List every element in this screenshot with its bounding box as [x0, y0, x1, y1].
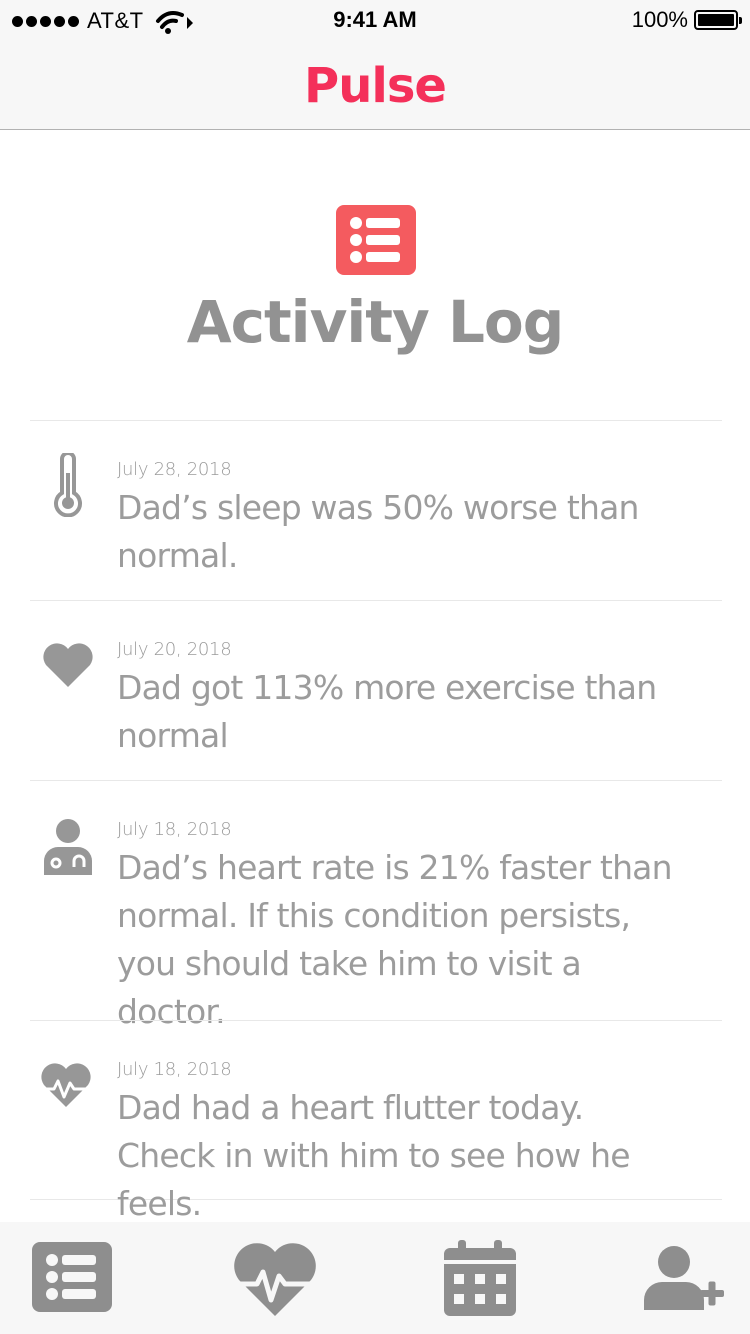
feed-content: July 20, 2018 Dad got 113% more exercise…: [117, 639, 682, 760]
feed-content: July 18, 2018 Dad’s heart rate is 21% fa…: [117, 819, 682, 1036]
feed-date: July 20, 2018: [117, 639, 232, 660]
feed-content: July 18, 2018 Dad had a heart flutter to…: [117, 1059, 682, 1228]
list-icon: [336, 205, 416, 275]
battery-percentage: 100%: [631, 7, 688, 32]
feed-date: July 28, 2018: [117, 459, 232, 480]
page-title: Activity Log: [186, 288, 565, 356]
doctor-icon: [44, 819, 92, 875]
thermometer-icon: [54, 453, 82, 517]
feed-message: Dad had a heart flutter today. Check in …: [117, 1088, 631, 1223]
tab-health[interactable]: [233, 1238, 323, 1320]
feed-message: Dad’s sleep was 50% worse than normal.: [117, 488, 639, 575]
status-bar: AT&T 9:41 AM 100%: [0, 0, 750, 40]
feed-content: July 28, 2018 Dad’s sleep was 50% worse …: [117, 459, 682, 580]
battery-icon: [694, 10, 742, 30]
feed-item[interactable]: July 20, 2018 Dad got 113% more exercise…: [30, 600, 722, 780]
feed-message: Dad’s heart rate is 21% faster than norm…: [117, 848, 673, 1031]
tab-add-person[interactable]: [640, 1238, 730, 1320]
tab-activity-log[interactable]: [30, 1238, 120, 1320]
app-title: Pulse: [304, 58, 447, 114]
tab-bar: [0, 1222, 750, 1334]
feed-message: Dad got 113% more exercise than normal: [117, 668, 657, 755]
feed-date: July 18, 2018: [117, 1059, 232, 1080]
navigation-bar: AT&T 9:41 AM 100% Pulse: [0, 0, 750, 130]
activity-feed: July 28, 2018 Dad’s sleep was 50% worse …: [30, 420, 722, 1223]
status-right: 100%: [631, 7, 742, 33]
feed-item[interactable]: July 28, 2018 Dad’s sleep was 50% worse …: [30, 420, 722, 600]
feed-item[interactable]: July 18, 2018 Dad had a heart flutter to…: [30, 1020, 722, 1223]
heartbeat-icon: [41, 1063, 91, 1107]
feed-date: July 18, 2018: [117, 819, 232, 840]
heart-icon: [43, 643, 93, 687]
app-screen: AT&T 9:41 AM 100% Pulse Activity Log Jul…: [0, 0, 750, 1334]
tab-calendar[interactable]: [438, 1238, 528, 1320]
feed-item[interactable]: July 18, 2018 Dad’s heart rate is 21% fa…: [30, 780, 722, 1031]
